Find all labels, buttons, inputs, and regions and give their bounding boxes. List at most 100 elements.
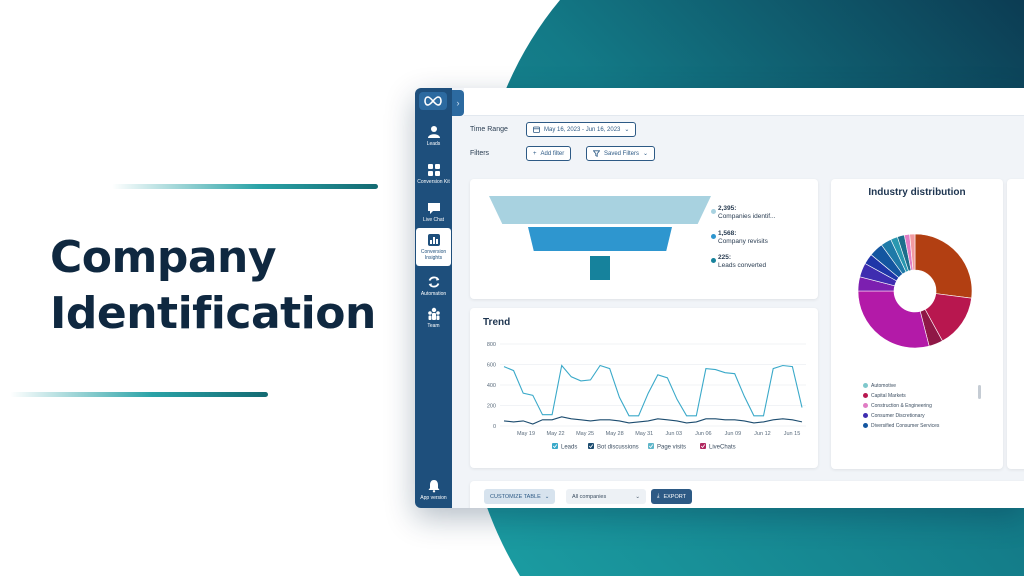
legend-checkbox xyxy=(648,443,654,449)
conversion-kit-icon xyxy=(427,164,440,176)
add-filter-button[interactable]: + Add filter xyxy=(526,146,572,161)
date-range-picker[interactable]: May 16, 2023 - Jun 16, 2023 ⌄ xyxy=(526,122,637,137)
export-button[interactable]: ⤓ EXPORT xyxy=(651,489,692,504)
funnel-stat-revisits: 1,568: Company revisits xyxy=(711,230,768,246)
funnel-stat-value: 225: xyxy=(718,254,732,261)
accent-line-top xyxy=(112,184,378,189)
x-tick-label: Jun 09 xyxy=(725,431,742,437)
series-line-bot-discussions xyxy=(503,416,803,425)
legend-swatch xyxy=(863,403,868,408)
legend-swatch xyxy=(863,383,868,388)
partial-card xyxy=(1007,179,1024,469)
legend-label: Bot discussions xyxy=(597,445,639,451)
funnel-stat-value: 1,568: xyxy=(718,230,737,237)
sidebar-collapse-toggle[interactable]: › xyxy=(452,90,464,116)
sidebar-item-automation[interactable]: Automation xyxy=(415,268,452,304)
calendar-icon xyxy=(533,126,540,133)
sidebar-item-label: Conversion Kit xyxy=(417,179,450,185)
y-tick-label: 0 xyxy=(493,424,496,430)
x-tick-label: May 31 xyxy=(635,431,653,437)
legend-dot xyxy=(711,234,716,239)
donut-slice xyxy=(914,233,973,299)
series-line-leads xyxy=(503,364,803,417)
companies-select-value: All companies xyxy=(572,493,607,500)
sidebar-item-conversion-kit[interactable]: Conversion Kit xyxy=(415,154,452,194)
legend-swatch xyxy=(863,393,868,398)
funnel-stat-leads: 225: Leads converted xyxy=(711,254,766,270)
customize-table-label: CUSTOMIZE TABLE xyxy=(490,493,541,500)
sidebar-item-label: Conversion Insights xyxy=(420,249,447,261)
sidebar-item-team[interactable]: Team xyxy=(415,300,452,336)
x-tick-label: May 28 xyxy=(606,431,624,437)
x-tick-label: Jun 12 xyxy=(754,431,771,437)
legend-dot xyxy=(711,209,716,214)
x-tick-label: May 25 xyxy=(576,431,594,437)
x-tick-label: Jun 06 xyxy=(695,431,712,437)
filter-funnel-icon xyxy=(593,150,600,157)
bar-chart-icon xyxy=(427,234,440,246)
industry-legend-item[interactable]: Consumer Discretionary xyxy=(863,413,925,419)
sidebar-item-label: Automation xyxy=(420,291,447,297)
table-toolbar: CUSTOMIZE TABLE ⌄ All companies ⌄ ⤓ EXPO… xyxy=(470,481,1024,508)
x-tick-label: Jun 15 xyxy=(784,431,801,437)
chevron-down-icon: ⌄ xyxy=(544,493,550,500)
industry-legend-item[interactable]: Capital Markets xyxy=(863,393,906,399)
chevron-right-icon: › xyxy=(456,98,460,108)
legend-checkbox xyxy=(552,443,558,449)
legend-scrollbar[interactable] xyxy=(978,385,981,399)
app-window: Leads Conversion Kit Live Chat Conversio… xyxy=(415,88,1024,508)
saved-filters-button[interactable]: Saved Filters ⌄ xyxy=(586,146,656,161)
x-tick-label: Jun 03 xyxy=(666,431,683,437)
download-icon: ⤓ xyxy=(657,493,660,499)
industry-legend-item[interactable]: Automotive xyxy=(863,383,896,389)
chevron-down-icon: ⌄ xyxy=(643,151,649,157)
funnel-card: 2,395: Companies identif... 1,568: Compa… xyxy=(470,179,818,299)
y-tick-label: 400 xyxy=(487,383,496,389)
sidebar-item-leads[interactable]: Leads xyxy=(415,118,452,154)
sidebar-item-live-chat[interactable]: Live Chat xyxy=(415,194,452,230)
filters-label: Filters xyxy=(470,150,490,157)
refresh-icon xyxy=(428,276,439,288)
customize-table-button[interactable]: CUSTOMIZE TABLE ⌄ xyxy=(484,489,556,504)
chevron-down-icon: ⌄ xyxy=(624,127,630,133)
hero-title-line1: Company xyxy=(50,232,277,283)
live-chat-icon xyxy=(427,203,440,214)
funnel-stat-label: Companies identif... xyxy=(718,213,776,220)
legend-checkbox xyxy=(588,443,594,449)
y-tick-label: 200 xyxy=(487,404,496,410)
sidebar-item-label: Leads xyxy=(426,141,441,147)
companies-select[interactable]: All companies ⌄ xyxy=(566,489,646,504)
funnel-stat-companies: 2,395: Companies identif... xyxy=(711,205,776,221)
legend-swatch xyxy=(863,413,868,418)
industry-donut-chart xyxy=(857,233,973,349)
chevron-down-icon: ⌄ xyxy=(635,493,640,500)
hero-title: Company Identification xyxy=(50,230,390,342)
legend-label: Automotive xyxy=(871,383,897,389)
funnel-stat-label: Company revisits xyxy=(718,238,768,245)
time-range-label: Time Range xyxy=(470,126,508,133)
team-icon xyxy=(427,307,440,320)
legend-label: Leads xyxy=(561,445,577,451)
sidebar-item-label: Live Chat xyxy=(422,217,445,223)
plus-icon: + xyxy=(533,150,537,157)
legend-label: Diversified Consumer Services xyxy=(871,423,940,429)
lead-user-icon xyxy=(427,126,440,138)
sidebar-item-conversion-insights[interactable]: Conversion Insights xyxy=(416,228,451,266)
legend-label: LiveChats xyxy=(709,445,736,451)
x-tick-label: May 22 xyxy=(547,431,565,437)
industry-legend-item[interactable]: Diversified Consumer Services xyxy=(863,423,939,429)
sidebar-item-app-version[interactable]: App version xyxy=(415,472,452,508)
funnel-stage-2 xyxy=(528,227,672,251)
date-range-value: May 16, 2023 - Jun 16, 2023 xyxy=(544,126,621,133)
legend-label: Page visits xyxy=(657,445,686,451)
app-logo-icon[interactable] xyxy=(419,92,447,110)
sidebar: Leads Conversion Kit Live Chat Conversio… xyxy=(415,88,452,508)
trend-card: Trend 0 200 400 600 800 May 19 May 22 May 25 May… xyxy=(470,308,818,468)
industry-legend-item[interactable]: Construction & Engineering xyxy=(863,403,932,409)
accent-line-bottom xyxy=(10,392,268,397)
saved-filters-label: Saved Filters xyxy=(604,150,640,157)
legend-label: Construction & Engineering xyxy=(871,403,932,409)
legend-label: Capital Markets xyxy=(871,393,906,399)
add-filter-label: Add filter xyxy=(540,150,565,157)
bell-icon xyxy=(428,480,439,493)
